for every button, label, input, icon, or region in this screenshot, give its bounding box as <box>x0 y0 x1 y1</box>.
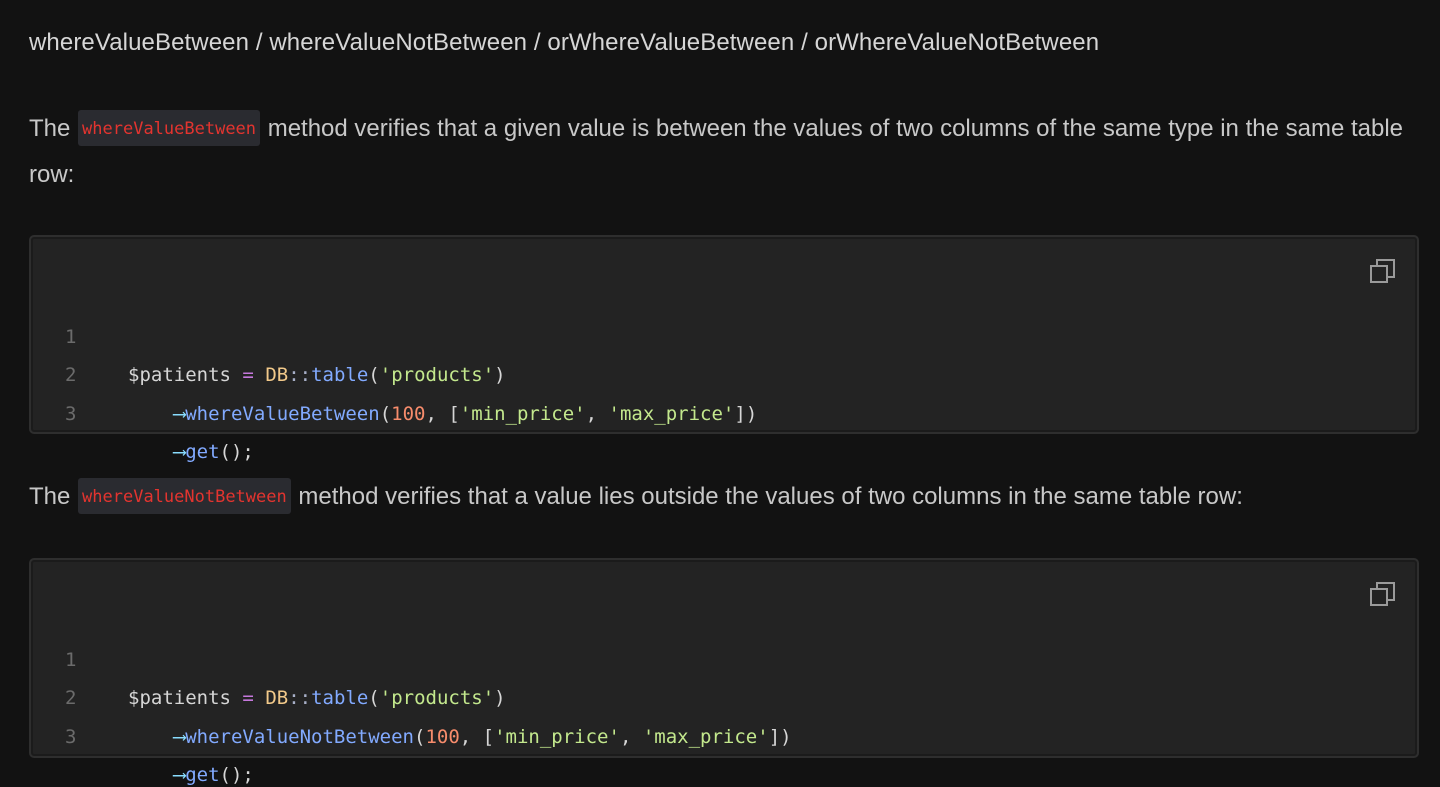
code-line: 2 ⟶whereValueNotBetween(100, ['min_price… <box>31 641 1417 748</box>
code-text: ⟶whereValueNotBetween(100, ['min_price',… <box>128 718 792 757</box>
code-text: ⟶get(); <box>128 433 254 472</box>
paragraph-text: The <box>29 483 78 510</box>
code-token: ( <box>379 402 392 425</box>
inline-code-method-name: whereValueNotBetween <box>78 477 291 514</box>
code-token: ( <box>414 725 426 748</box>
code-token: , [ <box>459 725 495 748</box>
code-token: ⟶ <box>173 764 186 786</box>
code-token: 'max_price' <box>642 725 769 748</box>
code-text: ⟶get(); <box>128 756 254 787</box>
code-lines: 1 $patients = DB::table('products') 2 ⟶w… <box>31 602 1417 787</box>
code-token: 'min_price' <box>459 402 586 425</box>
code-line: 3 ⟶get(); <box>31 679 1417 787</box>
code-token: (); <box>219 764 254 786</box>
code-lines: 1 $patients = DB::table('products') 2 ⟶w… <box>31 279 1417 464</box>
code-token: ⟶ <box>173 725 186 748</box>
code-token: ⟶ <box>173 441 186 463</box>
code-token: 100 <box>391 402 426 425</box>
section-heading: whereValueBetween / whereValueNotBetween… <box>29 29 1100 56</box>
code-token: whereValueBetween <box>185 402 380 425</box>
code-token: 100 <box>425 725 460 748</box>
paragraph-where-value-not-between: The whereValueNotBetween method verifies… <box>29 474 1414 520</box>
code-token: , <box>585 402 609 425</box>
paragraph-text: method verifies that a value lies outsid… <box>291 483 1243 510</box>
code-block-where-value-not-between: 1 $patients = DB::table('products') 2 ⟶w… <box>29 558 1419 787</box>
code-token: 'max_price' <box>608 402 735 425</box>
code-line: 1 $patients = DB::table('products') <box>31 279 1417 387</box>
code-token: , [ <box>425 402 460 425</box>
code-token: , <box>619 725 643 748</box>
code-token: ]) <box>734 402 758 425</box>
code-token: get <box>185 441 220 463</box>
paragraph-where-value-between: The whereValueBetween method verifies th… <box>29 106 1414 198</box>
code-token: (); <box>219 441 254 463</box>
code-token: whereValueNotBetween <box>185 725 414 748</box>
code-token: 'min_price' <box>494 725 620 748</box>
paragraph-text: The <box>29 115 78 142</box>
code-token: ]) <box>768 725 792 748</box>
line-number: 3 <box>65 725 77 748</box>
inline-code-method-name: whereValueBetween <box>78 109 261 146</box>
code-block-where-value-between: 1 $patients = DB::table('products') 2 ⟶w… <box>29 235 1419 464</box>
code-text: ⟶whereValueBetween(100, ['min_price', 'm… <box>128 395 758 434</box>
code-token: get <box>185 764 220 786</box>
code-line: 2 ⟶whereValueBetween(100, ['min_price', … <box>31 318 1417 425</box>
code-line: 1 $patients = DB::table('products') <box>31 602 1417 710</box>
code-line: 3 ⟶get(); <box>31 356 1417 464</box>
code-token: ⟶ <box>173 402 186 425</box>
line-number: 3 <box>65 402 77 425</box>
